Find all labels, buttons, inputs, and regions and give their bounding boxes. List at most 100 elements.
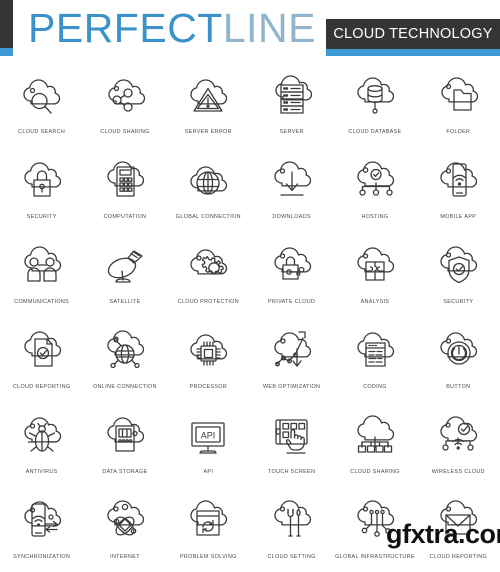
satellite-dish-icon	[96, 236, 154, 296]
wireless-cloud-check-icon	[429, 406, 487, 466]
cloud-calculator-icon	[96, 151, 154, 211]
icon-cell-data-storage[interactable]: DATA STORAGE	[83, 402, 166, 487]
icon-cell-downloads[interactable]: DOWNLOADS	[250, 147, 333, 232]
icon-cell-global-connection[interactable]: GLOBAL CONNECTION	[167, 147, 250, 232]
icon-caption: CLOUD REPORTING	[12, 384, 71, 390]
cloud-key-lock-icon	[263, 236, 321, 296]
brand-bar-accent	[0, 48, 13, 56]
cloud-code-window-icon	[346, 321, 404, 381]
cloud-tools-icon	[263, 491, 321, 551]
icon-cell-online-connection[interactable]: ONLINE CONNECTION	[83, 317, 166, 402]
icon-cell-cloud-setting[interactable]: CLOUD SETTING	[250, 487, 333, 572]
icon-caption: CLOUD SHARING	[350, 469, 400, 475]
icon-caption: WIRELESS CLOUD	[431, 469, 485, 475]
icon-caption: TOUCH SCREEN	[268, 469, 316, 475]
icon-caption: MOBILE APP	[440, 214, 477, 220]
icon-cell-synchronization[interactable]: SYNCHRONIZATION	[0, 487, 83, 572]
cloud-folder-icon	[429, 66, 487, 126]
icon-caption: DOWNLOADS	[272, 214, 311, 220]
icon-cell-hosting[interactable]: HOSTING	[333, 147, 416, 232]
cloud-database-icon	[346, 66, 404, 126]
touch-screen-hand-icon	[263, 406, 321, 466]
icon-caption: COMPUTATION	[103, 214, 147, 220]
cloud-users-icon	[13, 236, 71, 296]
brand-bar-dark	[0, 0, 13, 48]
icon-caption: BUTTON	[446, 384, 471, 390]
icon-grid: CLOUD SEARCH CLOUD SHARING SERVER ERROR …	[0, 58, 500, 572]
icon-cell-internet[interactable]: INTERNET	[83, 487, 166, 572]
cloud-cpu-icon	[179, 321, 237, 381]
icon-cell-security[interactable]: SECURITY	[0, 147, 83, 232]
cloud-data-storage-icon	[96, 406, 154, 466]
icon-cell-cloud-sharing-network[interactable]: CLOUD SHARING	[333, 402, 416, 487]
icon-cell-security-shield[interactable]: SECURITY	[417, 232, 500, 317]
icon-caption: ANTIVIRUS	[25, 469, 58, 475]
svg-text:API: API	[201, 431, 216, 441]
icon-cell-server[interactable]: SERVER	[250, 62, 333, 147]
icon-caption: API	[203, 469, 214, 475]
icon-cell-antivirus[interactable]: ANTIVIRUS	[0, 402, 83, 487]
icon-caption: CLOUD PROTECTION	[177, 299, 239, 305]
cloud-mobile-app-icon	[429, 151, 487, 211]
icon-cell-problem-solving[interactable]: PROBLEM SOLVING	[167, 487, 250, 572]
cloud-search-icon	[13, 66, 71, 126]
icon-caption: SYNCHRONIZATION	[13, 554, 71, 560]
cloud-refresh-window-icon	[179, 491, 237, 551]
brand-secondary-text: LINE	[222, 5, 317, 51]
icon-cell-computation[interactable]: COMPUTATION	[83, 147, 166, 232]
icon-cell-server-error[interactable]: SERVER ERROR	[167, 62, 250, 147]
icon-cell-wireless-cloud[interactable]: WIRELESS CLOUD	[417, 402, 500, 487]
server-icon	[263, 66, 321, 126]
icon-caption: CLOUD DATABASE	[348, 129, 402, 135]
cloud-document-check-icon	[13, 321, 71, 381]
icon-cell-private-cloud[interactable]: PRIVATE CLOUD	[250, 232, 333, 317]
icon-caption: GLOBAL INFRASTRUCTURE	[335, 554, 415, 560]
icon-caption: SERVER ERROR	[184, 129, 232, 135]
icon-caption: SATELLITE	[109, 299, 141, 305]
icon-cell-api[interactable]: API API	[167, 402, 250, 487]
icon-cell-web-optimization[interactable]: WEB OPTIMIZATION	[250, 317, 333, 402]
category-tag-block: CLOUD TECHNOLOGY	[326, 19, 500, 49]
cloud-shield-check-icon	[429, 236, 487, 296]
icon-cell-coding[interactable]: CODING	[333, 317, 416, 402]
icon-caption: SECURITY	[26, 214, 57, 220]
icon-caption: CLOUD REPORTING	[429, 554, 488, 560]
category-tag-accent	[326, 49, 500, 56]
icon-cell-cloud-reporting[interactable]: CLOUD REPORTING	[0, 317, 83, 402]
icon-caption: CLOUD SETTING	[267, 554, 316, 560]
cloud-power-button-icon	[429, 321, 487, 381]
icon-caption: PROBLEM SOLVING	[179, 554, 237, 560]
icon-cell-cloud-search[interactable]: CLOUD SEARCH	[0, 62, 83, 147]
icon-cell-processor[interactable]: PROCESSOR	[167, 317, 250, 402]
icon-caption: ONLINE CONNECTION	[93, 384, 157, 390]
icon-caption: WEB OPTIMIZATION	[262, 384, 321, 390]
icon-cell-button[interactable]: BUTTON	[417, 317, 500, 402]
cloud-puzzle-icon	[346, 236, 404, 296]
icon-cell-touch-screen[interactable]: TOUCH SCREEN	[250, 402, 333, 487]
icon-caption: GLOBAL CONNECTION	[175, 214, 241, 220]
server-error-icon	[179, 66, 237, 126]
icon-caption: PRIVATE CLOUD	[268, 299, 316, 305]
cloud-gear-icon	[179, 236, 237, 296]
cloud-sync-phone-icon	[13, 491, 71, 551]
icon-caption: PROCESSOR	[189, 384, 228, 390]
category-tag-label: CLOUD TECHNOLOGY	[333, 26, 493, 42]
icon-cell-folder[interactable]: FOLDER	[417, 62, 500, 147]
icon-cell-analysis[interactable]: ANALYSIS	[333, 232, 416, 317]
icon-caption: SECURITY	[443, 299, 474, 305]
icon-caption: SERVER	[279, 129, 304, 135]
icon-cell-communications[interactable]: COMMUNICATIONS	[0, 232, 83, 317]
icon-cell-cloud-database[interactable]: CLOUD DATABASE	[333, 62, 416, 147]
icon-cell-cloud-protection[interactable]: CLOUD PROTECTION	[167, 232, 250, 317]
watermark: gfxtra.com	[386, 519, 500, 549]
icon-caption: ANALYSIS	[360, 299, 390, 305]
icon-cell-cloud-sharing[interactable]: CLOUD SHARING	[83, 62, 166, 147]
cloud-globe-icon	[179, 151, 237, 211]
icon-caption: CLOUD SHARING	[100, 129, 150, 135]
cloud-chart-arrow-icon	[263, 321, 321, 381]
cloud-atom-internet-icon	[96, 491, 154, 551]
cloud-bug-icon	[13, 406, 71, 466]
icon-caption: INTERNET	[110, 554, 140, 560]
icon-cell-satellite[interactable]: SATELLITE	[83, 232, 166, 317]
icon-cell-mobile-app[interactable]: MOBILE APP	[417, 147, 500, 232]
